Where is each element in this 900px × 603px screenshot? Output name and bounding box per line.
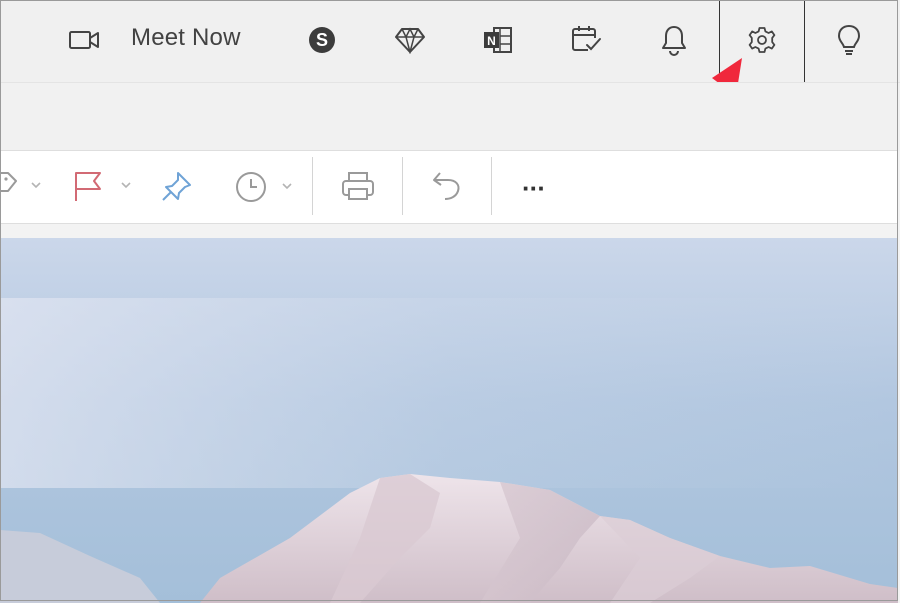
onenote-icon[interactable]: N (478, 20, 518, 60)
more-options-icon[interactable]: ··· (522, 170, 546, 206)
toolbar-divider (402, 157, 403, 215)
content-gap (0, 224, 900, 238)
calendar-check-icon[interactable] (566, 20, 606, 60)
svg-text:S: S (316, 30, 328, 50)
flag-icon[interactable] (72, 168, 138, 204)
undo-icon[interactable] (430, 168, 466, 204)
svg-text:N: N (487, 34, 496, 48)
lightbulb-icon[interactable] (829, 20, 869, 60)
email-image (0, 238, 898, 603)
toolbar-divider (312, 157, 313, 215)
meet-now-button[interactable]: Meet Now (131, 24, 241, 52)
printer-icon[interactable] (340, 168, 376, 204)
clock-icon[interactable] (232, 168, 300, 204)
secondary-bar (0, 82, 900, 151)
pin-icon[interactable] (160, 168, 198, 204)
toolbar-divider (491, 157, 492, 215)
diamond-icon[interactable] (390, 20, 430, 60)
skype-icon[interactable]: S (302, 20, 342, 60)
video-camera-icon[interactable] (64, 20, 104, 60)
tag-icon[interactable] (0, 168, 48, 204)
